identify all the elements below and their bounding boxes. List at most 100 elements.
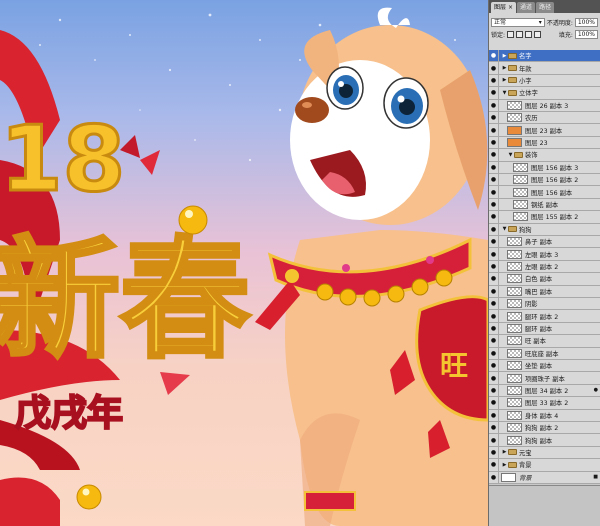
visibility-eye-icon[interactable]: ● xyxy=(489,384,499,397)
visibility-eye-icon[interactable]: ● xyxy=(489,74,499,87)
visibility-eye-icon[interactable]: ● xyxy=(489,87,499,99)
visibility-eye-icon[interactable]: ● xyxy=(489,322,499,335)
layer-group-row[interactable]: ● ▶ 年款 xyxy=(489,62,600,75)
layer-effects-icon[interactable]: ● xyxy=(594,387,598,393)
layer-group-row[interactable]: ● ▼ 装饰 xyxy=(489,149,600,162)
layer-row[interactable]: ● 图层 156 副本 2 xyxy=(489,174,600,187)
layer-thumbnail xyxy=(507,373,522,383)
layer-row[interactable]: ● 图层 156 副本 3 xyxy=(489,161,600,174)
blend-mode-value: 正常 xyxy=(494,18,507,26)
expand-triangle-icon[interactable]: ▶ xyxy=(501,449,508,455)
fill-input[interactable]: 100% xyxy=(574,29,598,39)
visibility-eye-icon[interactable]: ● xyxy=(489,471,499,483)
layer-row[interactable]: ● 农历 xyxy=(489,112,600,125)
visibility-eye-icon[interactable]: ● xyxy=(489,174,499,186)
layer-thumbnail xyxy=(507,410,522,420)
layer-thumbnail xyxy=(507,323,522,333)
layer-row[interactable]: ● 图层 33 副本 2 xyxy=(489,397,600,410)
layer-row[interactable]: ● 身体 副本 4 xyxy=(489,409,600,422)
layer-row[interactable]: ● 旺底座 副本 xyxy=(489,347,600,360)
lock-transparent-icon[interactable] xyxy=(507,30,515,38)
layer-row[interactable]: ● 左眼 副本 3 xyxy=(489,248,600,261)
layer-row[interactable]: ● 狗狗 副本 xyxy=(489,434,600,447)
expand-triangle-icon[interactable]: ▶ xyxy=(501,462,508,468)
layer-row[interactable]: ● 左眼 副本 2 xyxy=(489,260,600,274)
visibility-eye-icon[interactable]: ● xyxy=(489,285,499,297)
visibility-eye-icon[interactable]: ● xyxy=(489,434,499,446)
visibility-eye-icon[interactable]: ● xyxy=(489,124,499,136)
folder-icon xyxy=(508,89,517,96)
puppy-illustration: 旺 xyxy=(255,7,488,526)
lock-all-icon[interactable] xyxy=(534,30,542,38)
visibility-eye-icon[interactable]: ● xyxy=(489,459,499,471)
layer-row[interactable]: ● 图层 34 副本 2 ● xyxy=(489,384,600,398)
layer-row[interactable]: ● 白色 副本 xyxy=(489,273,600,286)
visibility-eye-icon[interactable]: ● xyxy=(489,99,499,111)
visibility-eye-icon[interactable]: ● xyxy=(489,409,499,421)
layer-row[interactable]: ● 钢纸 副本 xyxy=(489,198,600,212)
tab-paths[interactable]: 路径 xyxy=(536,2,555,13)
visibility-eye-icon[interactable]: ● xyxy=(489,161,499,173)
visibility-eye-icon[interactable]: ● xyxy=(489,397,499,409)
layer-row[interactable]: ● 旺 副本 xyxy=(489,335,600,348)
visibility-eye-icon[interactable]: ● xyxy=(489,50,499,62)
visibility-eye-icon[interactable]: ● xyxy=(489,372,499,384)
layer-group-row[interactable]: ● ▶ 小字 xyxy=(489,74,600,88)
visibility-eye-icon[interactable]: ● xyxy=(489,310,499,322)
visibility-eye-icon[interactable]: ● xyxy=(489,236,499,248)
layer-row[interactable]: ● 嘴巴 副本 xyxy=(489,285,600,298)
layer-row[interactable]: ● 鼻子 副本 xyxy=(489,236,600,249)
document-canvas[interactable]: 18 新春 戊戌年 旺 xyxy=(0,0,488,526)
layer-row[interactable]: ● 狗狗 副本 2 xyxy=(489,422,600,435)
layer-row[interactable]: ● 腿环 副本 2 xyxy=(489,310,600,323)
panel-bottom-area xyxy=(489,485,600,526)
visibility-eye-icon[interactable]: ● xyxy=(489,62,499,74)
lock-image-icon[interactable] xyxy=(516,30,524,38)
close-icon[interactable]: × xyxy=(508,4,513,11)
layer-row[interactable]: ● 阴影 xyxy=(489,298,600,311)
layer-row[interactable]: ● 图层 23 副本 xyxy=(489,124,600,137)
layer-group-row[interactable]: ● ▼ 狗狗 xyxy=(489,223,600,236)
layer-row[interactable]: ● 项圈珠子 副本 xyxy=(489,372,600,385)
layer-row[interactable]: ● 坐垫 副本 xyxy=(489,360,600,373)
visibility-eye-icon[interactable]: ● xyxy=(489,198,499,211)
expand-triangle-icon[interactable]: ▶ xyxy=(501,65,508,71)
visibility-eye-icon[interactable]: ● xyxy=(489,223,499,235)
layer-group-row[interactable]: ● ▶ 背景 xyxy=(489,459,600,472)
expand-triangle-icon[interactable]: ▶ xyxy=(501,77,508,83)
visibility-eye-icon[interactable]: ● xyxy=(489,186,499,198)
layer-name: 图层 26 副本 3 xyxy=(525,102,569,110)
expand-triangle-icon[interactable]: ▶ xyxy=(501,53,508,59)
visibility-eye-icon[interactable]: ● xyxy=(489,347,499,359)
visibility-eye-icon[interactable]: ● xyxy=(489,112,499,124)
layer-row[interactable]: ● 图层 23 xyxy=(489,136,600,150)
visibility-eye-icon[interactable]: ● xyxy=(489,335,499,347)
visibility-eye-icon[interactable]: ● xyxy=(489,360,499,372)
layer-group-row[interactable]: ● ▶ 元宝 xyxy=(489,446,600,460)
tab-layers[interactable]: 图层 × xyxy=(491,2,517,13)
visibility-eye-icon[interactable]: ● xyxy=(489,211,499,223)
layer-group-row[interactable]: ● ▼ 立体字 xyxy=(489,87,600,100)
visibility-eye-icon[interactable]: ● xyxy=(489,149,499,161)
visibility-eye-icon[interactable]: ● xyxy=(489,446,499,459)
visibility-eye-icon[interactable]: ● xyxy=(489,422,499,434)
collapse-triangle-icon[interactable]: ▼ xyxy=(501,90,508,96)
visibility-eye-icon[interactable]: ● xyxy=(489,260,499,273)
visibility-eye-icon[interactable]: ● xyxy=(489,136,499,149)
blend-mode-select[interactable]: 正常 ▾ xyxy=(491,17,545,27)
layer-name: 狗狗 xyxy=(519,226,532,234)
layer-group-row[interactable]: ● ▶ 名字 xyxy=(489,50,600,63)
layer-row[interactable]: ● 背景 ■ xyxy=(489,471,600,484)
layer-row[interactable]: ● 图层 26 副本 3 xyxy=(489,99,600,112)
lock-position-icon[interactable] xyxy=(525,30,533,38)
visibility-eye-icon[interactable]: ● xyxy=(489,298,499,310)
visibility-eye-icon[interactable]: ● xyxy=(489,248,499,260)
collapse-triangle-icon[interactable]: ▼ xyxy=(507,152,514,158)
tab-channels[interactable]: 通道 xyxy=(517,2,536,13)
opacity-input[interactable]: 100% xyxy=(574,17,598,27)
layer-row[interactable]: ● 腿环 副本 xyxy=(489,322,600,336)
visibility-eye-icon[interactable]: ● xyxy=(489,273,499,285)
layer-row[interactable]: ● 图层 155 副本 2 xyxy=(489,211,600,224)
layer-row[interactable]: ● 图层 156 副本 xyxy=(489,186,600,199)
collapse-triangle-icon[interactable]: ▼ xyxy=(501,226,508,232)
